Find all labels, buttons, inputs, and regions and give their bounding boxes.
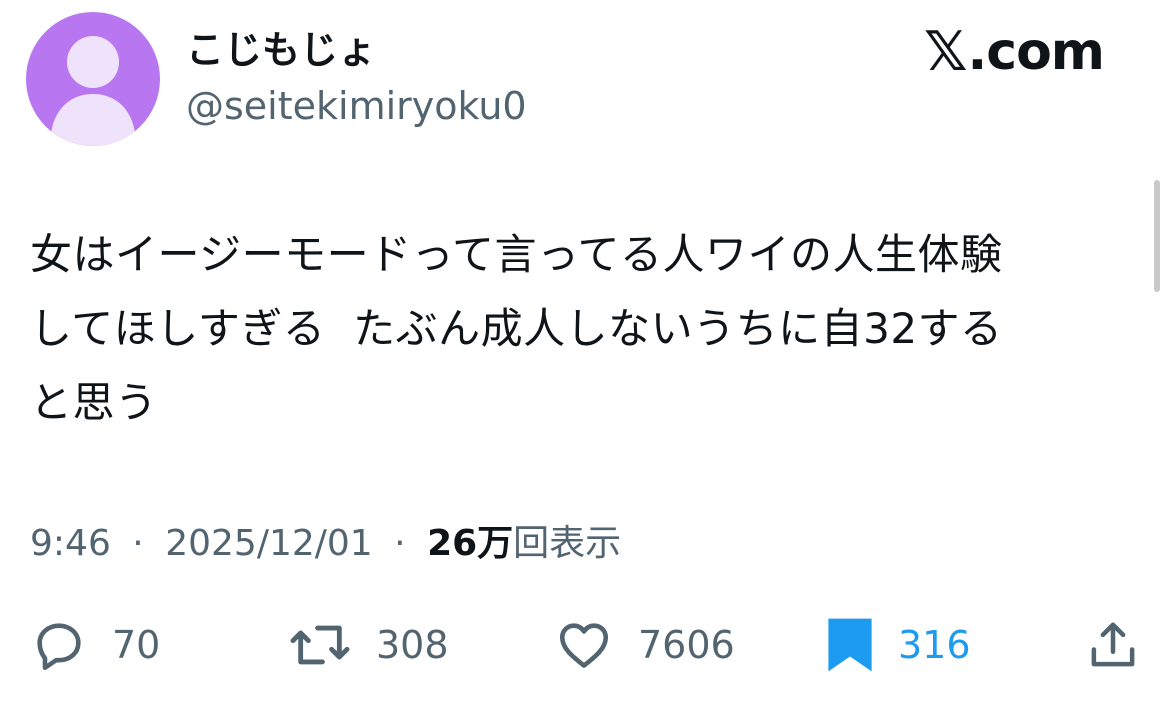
tweet-time[interactable]: 9:46 [30, 523, 111, 564]
action-bar: 70 308 7606 316 [0, 610, 1170, 680]
share-icon [1091, 622, 1135, 667]
bookmark-button[interactable]: 316 [826, 610, 971, 680]
meta-separator: · [394, 523, 406, 564]
bookmark-count: 316 [898, 623, 971, 667]
views-count: 26万 [427, 523, 514, 564]
like-count: 7606 [638, 623, 735, 667]
reply-count: 70 [112, 623, 161, 667]
retweet-button[interactable]: 308 [288, 610, 449, 680]
bookmark-icon [828, 618, 872, 672]
tweet-date[interactable]: 2025/12/01 [165, 523, 373, 564]
meta-separator: · [132, 523, 144, 564]
display-name[interactable]: こじもじょ [186, 26, 376, 74]
like-button[interactable]: 7606 [554, 610, 735, 680]
scrollbar[interactable] [1154, 180, 1160, 292]
views-label: 回表示 [513, 523, 622, 564]
avatar[interactable] [26, 12, 160, 146]
user-handle[interactable]: @seitekimiryoku0 [186, 82, 527, 130]
x-logo-icon: 𝕏 [923, 20, 968, 83]
retweet-count: 308 [376, 623, 449, 667]
brand-domain: .com [967, 22, 1105, 82]
tweet-text: 女はイージーモードって言ってる人ワイの人生体験 してほしすぎる たぶん成人しない… [30, 230, 1003, 427]
reply-button[interactable]: 70 [30, 610, 160, 680]
share-button[interactable] [1086, 610, 1140, 680]
heart-icon [559, 623, 609, 668]
reply-icon [37, 623, 81, 671]
tweet-card: こじもじょ @seitekimiryoku0 𝕏 .com 女はイージーモードっ… [0, 0, 1170, 718]
x-com-logo: 𝕏 .com [923, 20, 1105, 83]
tweet-meta: 9:46 · 2025/12/01 · 26万回表示 [30, 516, 621, 572]
retweet-icon [290, 625, 350, 665]
default-profile-icon [50, 36, 136, 146]
